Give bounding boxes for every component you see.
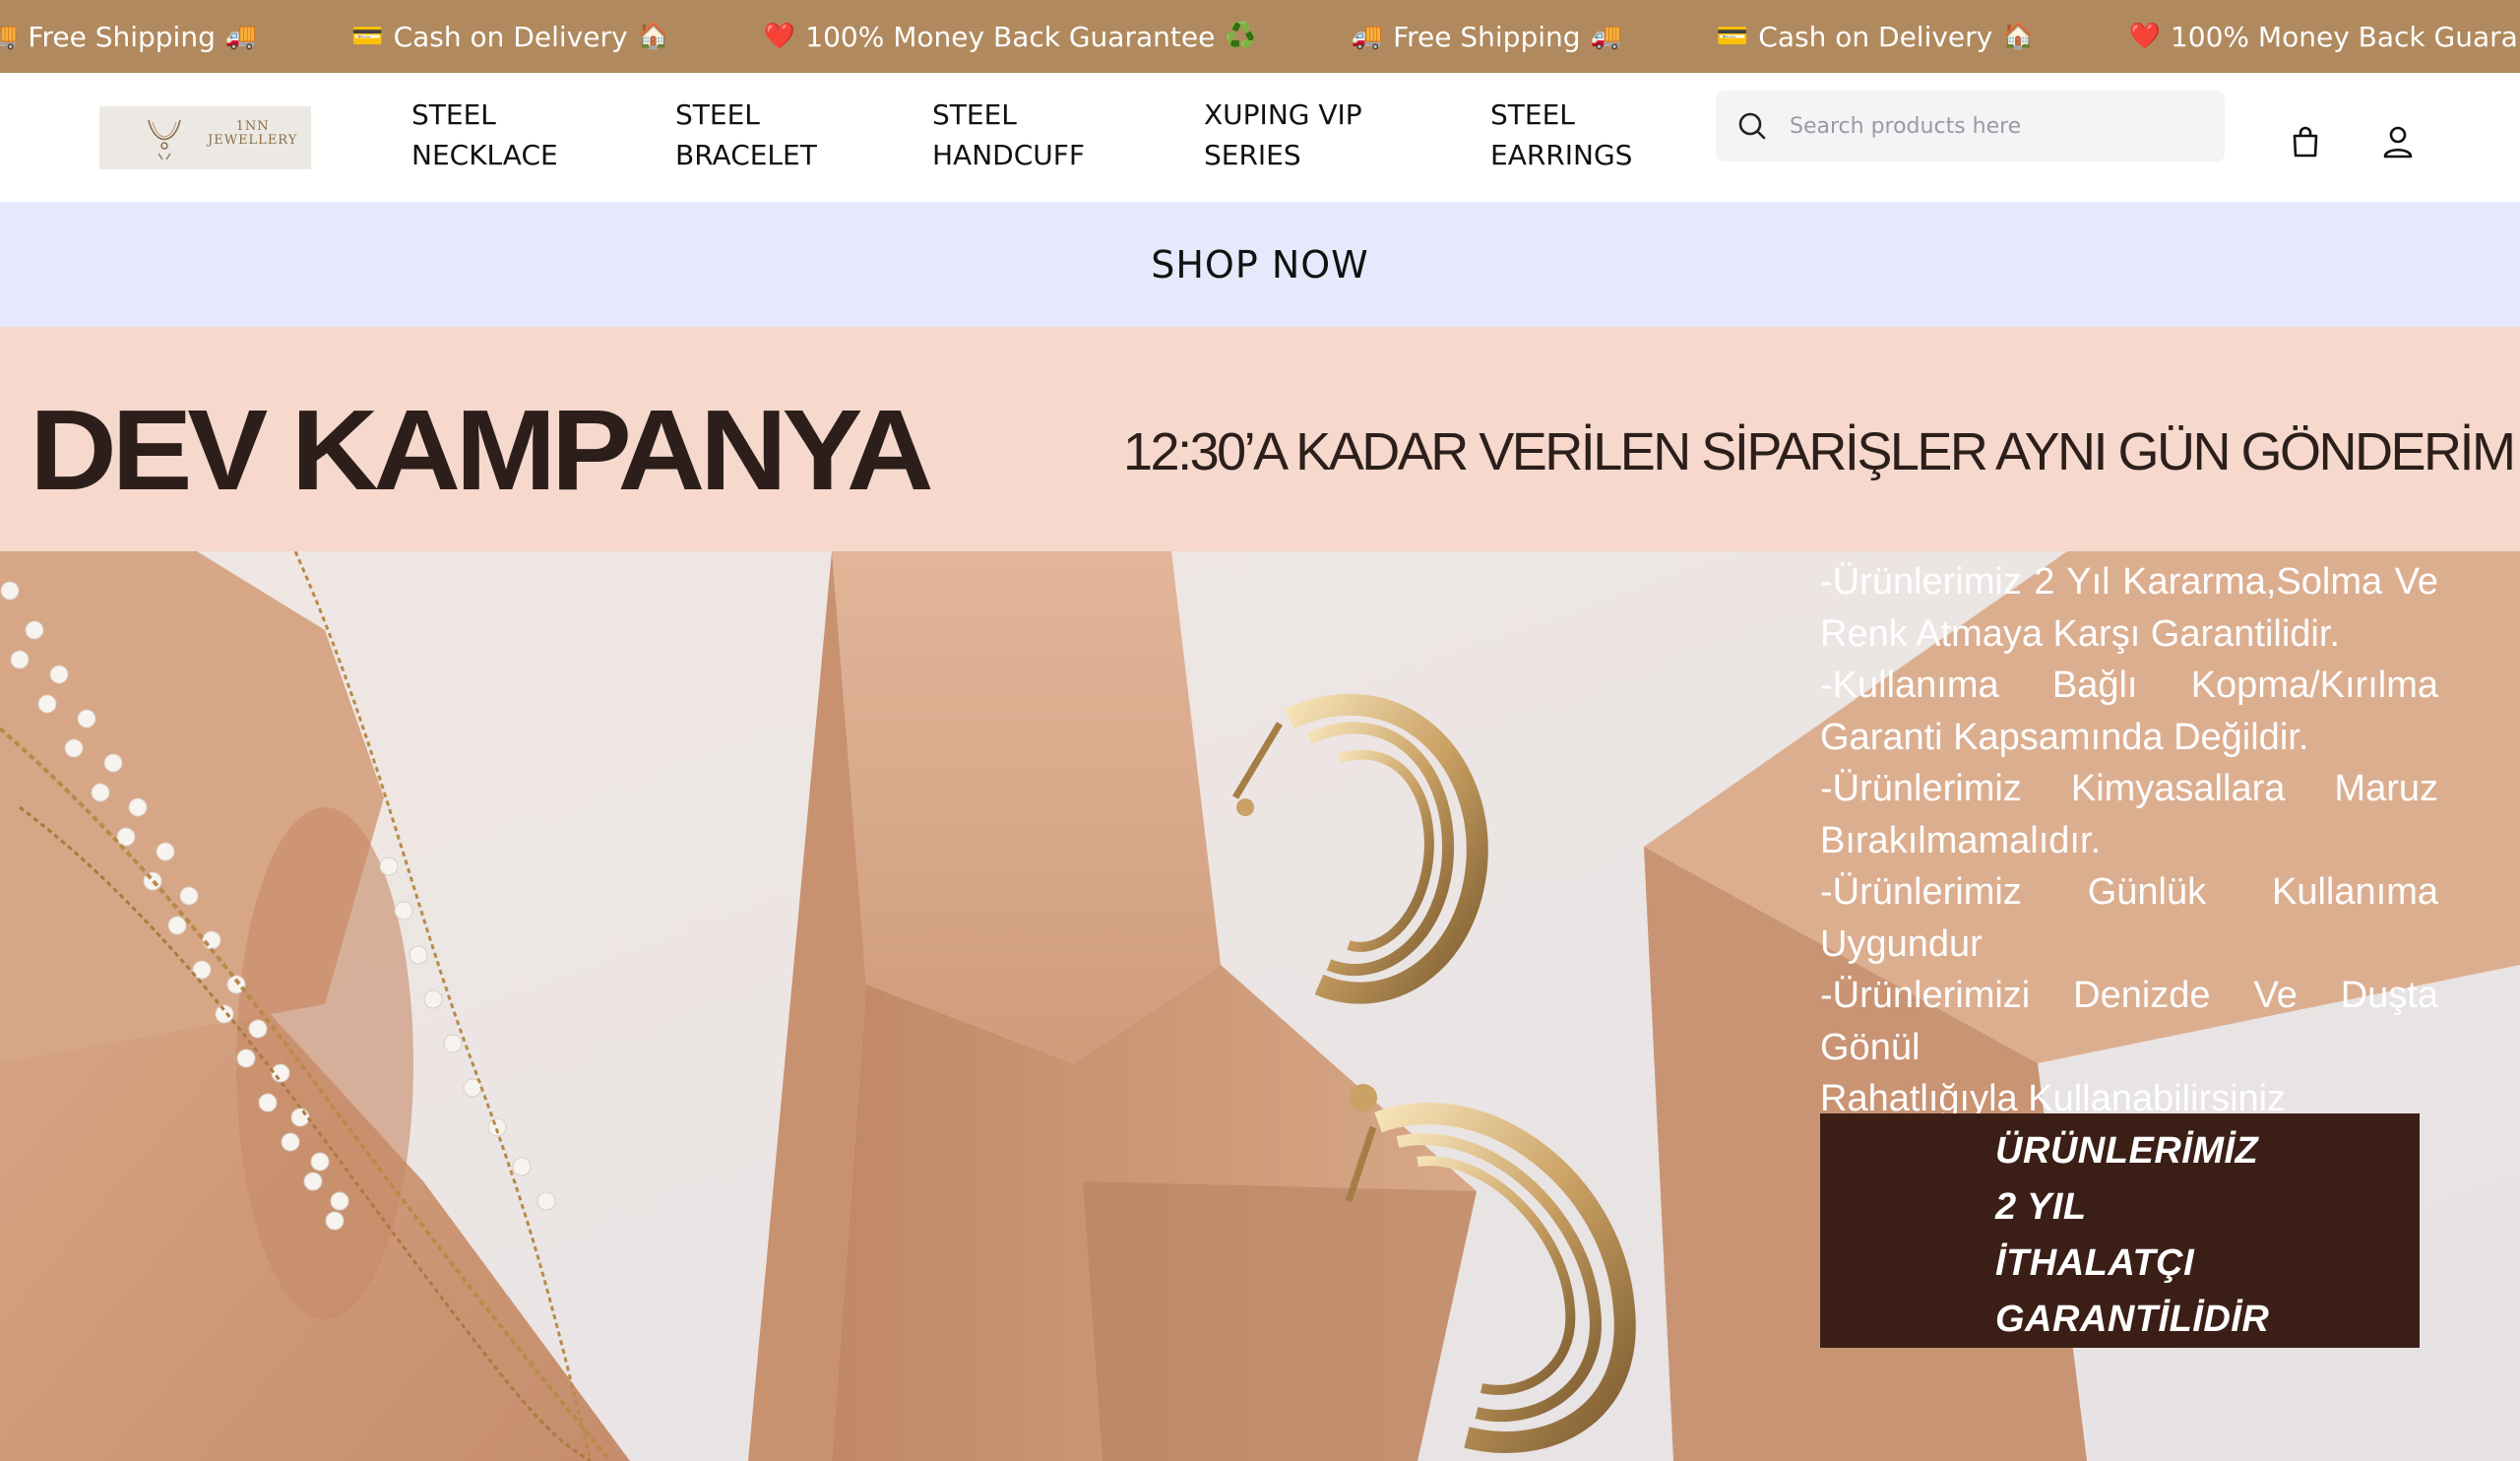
logo-text: 1NN JEWELLERY [208,119,298,148]
guarantee-line: ÜRÜNLERİMİZ [1995,1130,2259,1172]
site-logo[interactable]: 1NN JEWELLERY [99,106,311,169]
ticker-item: 💳 Cash on Delivery 🏠 [351,21,669,53]
search-icon[interactable] [1735,109,1769,143]
guarantee-box: ÜRÜNLERİMİZ 2 YIL İTHALATÇI GARANTİLİDİR [1820,1113,2420,1348]
info-line: -Kullanıma Bağlı Kopma/Kırılma [1820,665,2438,706]
ticker-item: ❤️ 100% Money Back Guarantee ♻️ [764,21,1257,53]
ticker-text: 100% Money Back Guarantee [805,20,1216,53]
ticker-text: 100% Money Back Guarantee [2170,20,2520,53]
ticker-emoji-icon: 🏠 [2002,22,2035,51]
ticker-emoji-icon: 🚚 [0,22,19,51]
info-line: -Ürünlerimiz Günlük Kullanıma [1820,871,2438,913]
ticker-emoji-icon: ❤️ [763,22,796,51]
logo-necklace-icon [148,119,181,160]
ticker-emoji-icon: 💳 [351,22,384,51]
info-line: Bırakılmamalıdır. [1820,819,2102,861]
product-info-text: -Ürünlerimiz 2 Yıl Kararma,Solma Ve Renk … [1820,556,2438,1125]
info-line: -Ürünlerimiz 2 Yıl Kararma,Solma Ve [1820,561,2438,603]
ticker-item: 🚚 Free Shipping 🚚 [1352,21,1622,53]
user-account-icon[interactable] [2380,124,2416,159]
ticker-item: 🚚 Free Shipping 🚚 [0,21,257,53]
ticker-text: Free Shipping [1393,20,1581,53]
campaign-title: DEV KAMPANYA [30,386,934,514]
shop-now-bar: SHOP NOW [0,203,2520,327]
info-line: Uygundur [1820,922,1983,965]
nav-steel-necklace[interactable]: STEEL NECKLACE [411,95,628,175]
ticker-emoji-icon: 🏠 [637,22,669,51]
ticker-item: 💳 Cash on Delivery 🏠 [1717,21,2035,53]
ticker-emoji-icon: 💳 [1716,22,1749,51]
ticker-text: Free Shipping [28,20,216,53]
shopping-bag-icon[interactable] [2288,124,2323,159]
nav-xuping-vip-series[interactable]: XUPING VIP SERIES [1204,95,1420,175]
shop-now-link[interactable]: SHOP NOW [1151,243,1369,286]
info-line: -Ürünlerimiz Kimyasallara Maruz [1820,768,2438,809]
ticker-emoji-icon: ♻️ [1225,22,1257,51]
campaign-subtitle: 12:30’A KADAR VERİLEN SİPARİŞLER AYNI GÜ… [1123,422,2516,481]
guarantee-line: 2 YIL [1995,1186,2087,1228]
ticker-text: Cash on Delivery [393,20,628,53]
ticker-emoji-icon: ❤️ [2128,22,2161,51]
ticker-item: ❤️ 100% Money Back Guarantee [2129,21,2520,53]
info-line: -Ürünlerimizi Denizde Ve Duşta Gönül [1820,975,2438,1068]
search-input[interactable] [1790,106,2203,146]
ticker-emoji-icon: 🚚 [1351,22,1384,51]
guarantee-line: GARANTİLİDİR [1995,1299,2270,1340]
info-line: Garanti Kapsamında Değildir. [1820,716,2309,758]
info-line: Renk Atmaya Karşı Garantilidir. [1820,612,2340,655]
site-header: 1NN JEWELLERY STEEL NECKLACE STEEL BRACE… [0,73,2520,203]
ticker-track: 🚚 Free Shipping 🚚 💳 Cash on Delivery 🏠 ❤️ 100% … [0,0,2520,73]
ticker-emoji-icon: 🚚 [1590,22,1622,51]
ticker-text: Cash on Delivery [1758,20,1993,53]
campaign-banner-header: DEV KAMPANYA 12:30’A KADAR VERİLEN SİPAR… [0,327,2520,551]
nav-steel-handcuff[interactable]: STEEL HANDCUFF [932,95,1149,175]
guarantee-line: İTHALATÇI [1995,1242,2195,1284]
search-bar [1716,91,2225,161]
nav-steel-earrings[interactable]: STEEL EARRINGS [1490,95,1707,175]
nav-steel-bracelet[interactable]: STEEL BRACELET [675,95,892,175]
ticker-emoji-icon: 🚚 [224,22,258,51]
announcement-ticker: 🚚 Free Shipping 🚚 💳 Cash on Delivery 🏠 ❤️ 100% … [0,0,2520,73]
